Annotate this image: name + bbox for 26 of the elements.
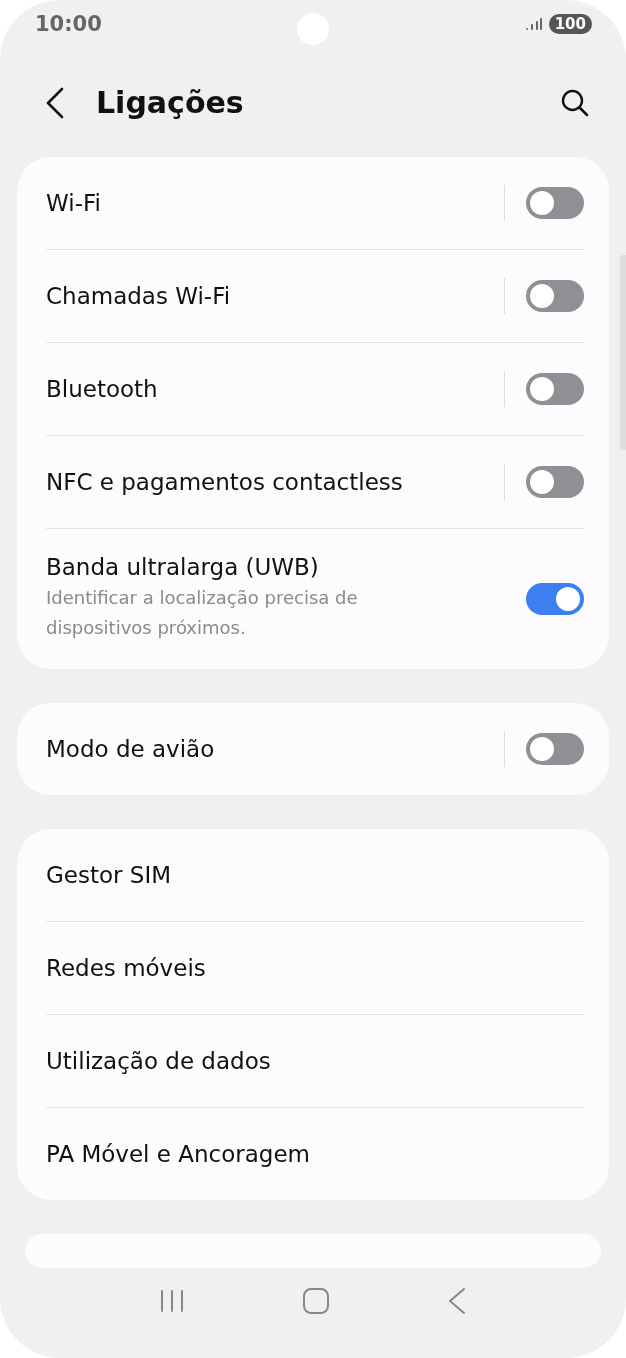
setting-label[interactable]: Wi-Fi [46,189,504,216]
toggle-switch[interactable] [526,279,584,312]
setting-label[interactable]: PA Móvel e Ancoragem [46,1140,584,1167]
setting-label[interactable]: Redes móveis [46,954,584,981]
status-time: 10:00 [35,12,102,37]
signal-icon [524,17,543,32]
setting-label[interactable]: Gestor SIM [46,861,584,888]
page-title: Ligações [96,85,245,121]
setting-label[interactable]: Utilização de dados [46,1047,584,1074]
search-button[interactable] [560,87,590,118]
setting-label[interactable]: Banda ultralarga (UWB) [46,554,526,581]
setting-description: Identificar a localização precisa de dispositivos próximos. [46,586,359,641]
setting-label[interactable]: Modo de avião [46,735,504,762]
setting-label[interactable]: Bluetooth [46,375,504,402]
battery-level: 100 [548,14,592,35]
home-button[interactable] [302,1286,330,1315]
toggle-switch[interactable] [526,732,584,765]
back-button[interactable] [44,85,66,120]
toggle-switch[interactable] [526,186,584,219]
back-nav-button[interactable] [447,1286,468,1315]
toggle-switch[interactable] [526,465,584,498]
recent-apps-button[interactable] [158,1288,185,1313]
toggle-switch[interactable] [526,372,584,405]
setting-label[interactable]: Chamadas Wi-Fi [46,282,504,309]
toggle-switch[interactable] [526,582,584,615]
setting-label[interactable]: NFC e pagamentos contactless [46,468,504,495]
